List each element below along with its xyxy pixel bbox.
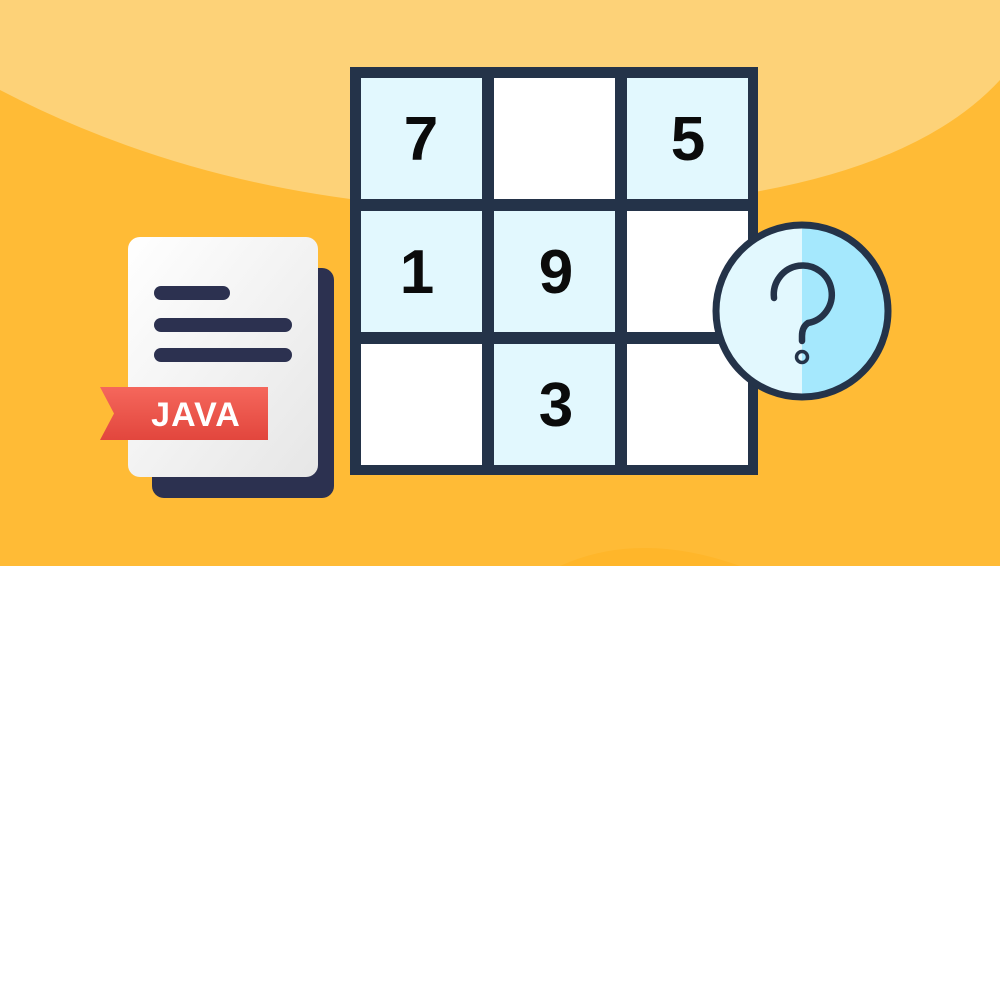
grid-cell-value: 1 <box>400 238 434 307</box>
document-line <box>154 348 292 362</box>
grid-cell <box>361 344 482 465</box>
document-line-short <box>154 286 230 300</box>
grid-cell <box>494 78 615 199</box>
hero-banner: JAVA 7 5 1 9 3 <box>0 0 1000 566</box>
java-badge-label: JAVA <box>151 396 241 434</box>
grid-cell-value: 9 <box>539 238 573 307</box>
number-grid: 7 5 1 9 3 <box>350 67 758 475</box>
hero-illustration: JAVA 7 5 1 9 3 <box>0 0 1000 566</box>
grid-cell-value: 5 <box>671 105 705 174</box>
java-file-icon: JAVA <box>100 237 334 498</box>
grid-cell-value: 3 <box>539 371 573 440</box>
grid-cell-value: 7 <box>404 105 438 174</box>
canvas: JAVA 7 5 1 9 3 <box>0 0 1000 1000</box>
document-line <box>154 318 292 332</box>
